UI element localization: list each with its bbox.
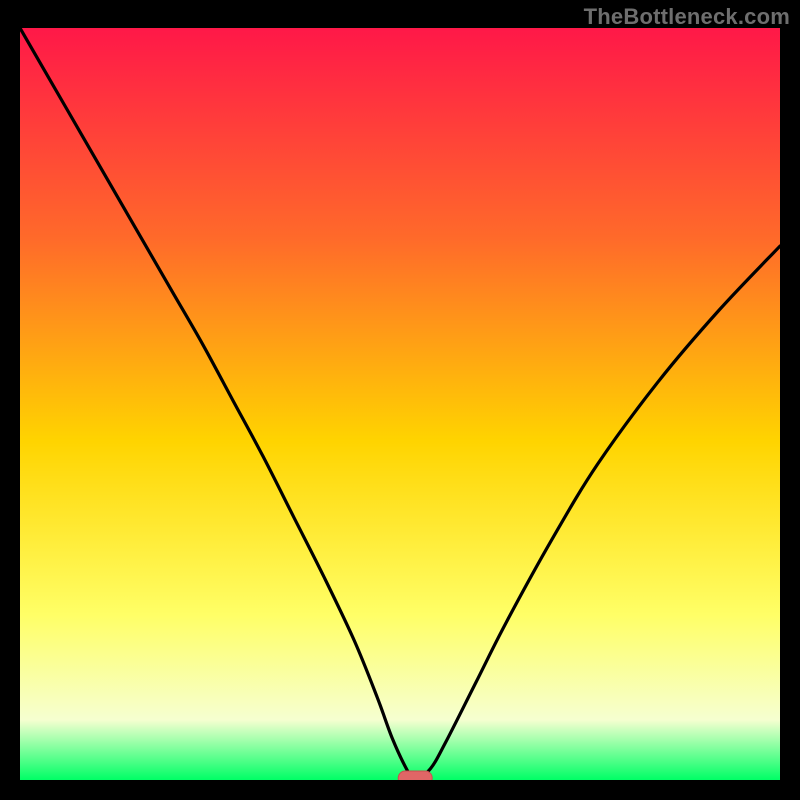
gradient-background (20, 28, 780, 780)
plot-area (20, 28, 780, 780)
bottleneck-chart (20, 28, 780, 780)
minimum-marker (398, 771, 432, 780)
chart-frame: TheBottleneck.com (0, 0, 800, 800)
watermark-text: TheBottleneck.com (584, 4, 790, 30)
